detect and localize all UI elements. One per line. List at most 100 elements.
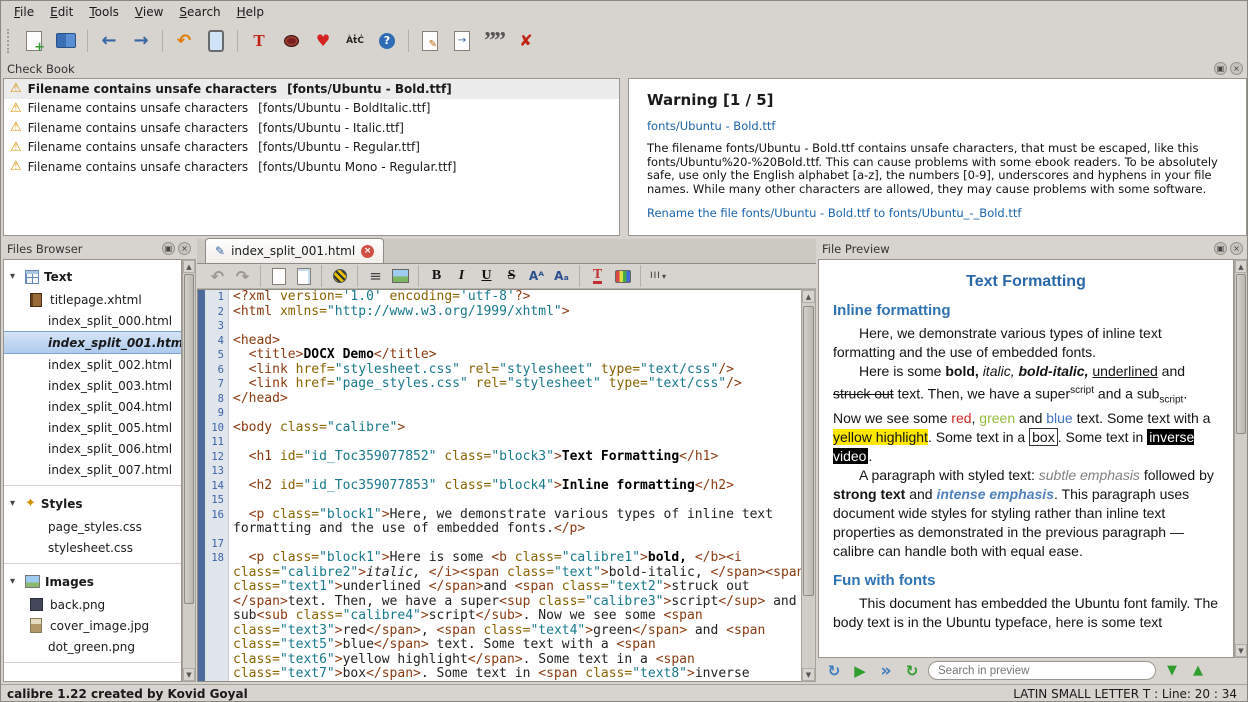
scrollbar-thumb[interactable]	[1236, 274, 1246, 434]
code-editor[interactable]: 1<?xml version='1.0' encoding='utf-8'?>2…	[197, 289, 816, 682]
strikethrough-button[interactable]: S	[500, 266, 523, 287]
background-color-button[interactable]	[611, 266, 634, 287]
section-images[interactable]: ▾Images	[4, 569, 181, 594]
file-item[interactable]: index_split_001.html	[4, 331, 181, 354]
file-item[interactable]: back.png	[4, 594, 181, 615]
float-dock-icon[interactable]: ▣	[1214, 62, 1227, 75]
preview-search-input[interactable]	[928, 661, 1156, 680]
italic-button[interactable]: I	[450, 266, 473, 287]
code-text[interactable]: <link href="page_styles.css" rel="styles…	[229, 377, 815, 392]
code-text[interactable]: <h1 id="id_Toc359077852" class="block3">…	[229, 450, 815, 465]
file-item[interactable]: index_split_007.html	[4, 459, 181, 480]
file-item[interactable]: stylesheet.css	[4, 537, 181, 558]
file-item[interactable]: titlepage.xhtml	[4, 289, 181, 310]
remove-unused-css-icon[interactable]: ✘	[512, 27, 540, 55]
warning-row[interactable]: ⚠Filename contains unsafe characters[fon…	[4, 118, 619, 138]
superscript-button[interactable]: Aᴬ	[525, 266, 548, 287]
scroll-down-icon[interactable]: ▼	[802, 668, 815, 681]
scroll-up-icon[interactable]: ▲	[183, 260, 195, 273]
refresh-preview-icon[interactable]: ↻	[902, 661, 922, 681]
beautify-icon[interactable]	[328, 266, 351, 287]
tab-index-split-001[interactable]: ✎ index_split_001.html ×	[205, 238, 384, 263]
close-dock-icon[interactable]: ×	[178, 242, 191, 255]
menu-help[interactable]: Help	[230, 3, 271, 21]
undo-checkpoint-icon[interactable]: ↶	[170, 27, 198, 55]
code-text[interactable]: </head>	[229, 392, 815, 407]
new-file-icon[interactable]	[20, 27, 48, 55]
menu-view[interactable]: View	[128, 3, 170, 21]
warning-row[interactable]: ⚠Filename contains unsafe characters[fon…	[4, 138, 619, 158]
code-text[interactable]: <p class="block1">Here, we demonstrate v…	[229, 508, 815, 537]
code-text[interactable]	[229, 493, 815, 508]
saved-searches-icon[interactable]	[267, 266, 290, 287]
device-view-icon[interactable]	[202, 27, 230, 55]
file-item[interactable]: index_split_002.html	[4, 354, 181, 375]
bold-button[interactable]: B	[425, 266, 448, 287]
smarten-punctuation-icon[interactable]: ””	[480, 27, 508, 55]
file-item[interactable]: index_split_000.html	[4, 310, 181, 331]
browse-file-icon[interactable]: →	[448, 27, 476, 55]
auto-reload-icon[interactable]: ↻	[824, 661, 844, 681]
code-text[interactable]: <head>	[229, 334, 815, 349]
code-text[interactable]: <p class="block1">Here is some <b class=…	[229, 551, 815, 681]
section-styles[interactable]: ▾✦Styles	[4, 491, 181, 516]
code-text[interactable]	[229, 435, 815, 450]
files-browser-scrollbar[interactable]: ▲ ▼	[182, 259, 196, 682]
undo-icon[interactable]: ↶	[206, 266, 229, 287]
back-icon[interactable]: ←	[95, 27, 123, 55]
text-style-icon[interactable]: ≡	[364, 266, 387, 287]
code-text[interactable]	[229, 406, 815, 421]
float-dock-icon[interactable]: ▣	[162, 242, 175, 255]
expander-icon[interactable]: ▾	[10, 576, 20, 587]
find-next-icon[interactable]: ▼	[1162, 661, 1182, 681]
file-item[interactable]: dot_green.png	[4, 636, 181, 657]
check-book-icon[interactable]	[277, 27, 305, 55]
code-text[interactable]: <?xml version='1.0' encoding='utf-8'?>	[229, 290, 815, 305]
file-item[interactable]: cover_image.jpg	[4, 615, 181, 636]
find-previous-icon[interactable]: ▲	[1188, 661, 1208, 681]
code-text[interactable]	[229, 464, 815, 479]
menu-edit[interactable]: Edit	[43, 3, 80, 21]
run-preview-icon[interactable]: ▶	[850, 661, 870, 681]
insert-image-icon[interactable]	[389, 266, 412, 287]
insert-file-icon[interactable]	[292, 266, 315, 287]
warning-file-link[interactable]: fonts/Ubuntu - Bold.ttf	[647, 119, 1228, 133]
embed-fonts-icon[interactable]: ÀṫĊ	[341, 27, 369, 55]
text-color-button[interactable]: T	[586, 266, 609, 287]
close-dock-icon[interactable]: ×	[1230, 242, 1243, 255]
file-item[interactable]: index_split_003.html	[4, 375, 181, 396]
code-text[interactable]	[229, 319, 815, 334]
code-text[interactable]: <body class="calibre">	[229, 421, 815, 436]
open-book-icon[interactable]	[52, 27, 80, 55]
underline-button[interactable]: U	[475, 266, 498, 287]
expander-icon[interactable]: ▾	[10, 271, 20, 282]
scrollbar-thumb[interactable]	[803, 306, 814, 596]
menu-search[interactable]: Search	[172, 3, 227, 21]
file-item[interactable]: index_split_005.html	[4, 417, 181, 438]
code-text[interactable]: <html xmlns="http://www.w3.org/1999/xhtm…	[229, 305, 815, 320]
section-text[interactable]: ▾Text	[4, 264, 181, 289]
create-file-icon[interactable]: ✎	[416, 27, 444, 55]
scroll-down-icon[interactable]: ▼	[183, 668, 195, 681]
code-text[interactable]: <link href="stylesheet.css" rel="stylesh…	[229, 363, 815, 378]
menu-tools[interactable]: Tools	[82, 3, 126, 21]
scroll-up-icon[interactable]: ▲	[802, 290, 815, 303]
editor-scrollbar[interactable]: ▲ ▼	[801, 289, 816, 682]
file-item[interactable]: index_split_004.html	[4, 396, 181, 417]
preview-scrollbar[interactable]: ▲ ▼	[1234, 259, 1248, 658]
file-item[interactable]: index_split_006.html	[4, 438, 181, 459]
donate-icon[interactable]: ♥	[309, 27, 337, 55]
code-text[interactable]: <h2 id="id_Toc359077853" class="block4">…	[229, 479, 815, 494]
file-item[interactable]: page_styles.css	[4, 516, 181, 537]
insert-tag-button[interactable]: III	[647, 266, 670, 287]
close-dock-icon[interactable]: ×	[1230, 62, 1243, 75]
scroll-down-icon[interactable]: ▼	[1235, 644, 1247, 657]
code-text[interactable]	[229, 537, 815, 552]
warning-fix-link[interactable]: Rename the file fonts/Ubuntu - Bold.ttf …	[647, 206, 1228, 220]
menu-file[interactable]: File	[7, 3, 41, 21]
redo-icon[interactable]: ↷	[231, 266, 254, 287]
warning-row[interactable]: ⚠Filename contains unsafe characters[fon…	[4, 99, 619, 119]
float-dock-icon[interactable]: ▣	[1214, 242, 1227, 255]
forward-icon[interactable]: →	[127, 27, 155, 55]
expander-icon[interactable]: ▾	[10, 498, 20, 509]
